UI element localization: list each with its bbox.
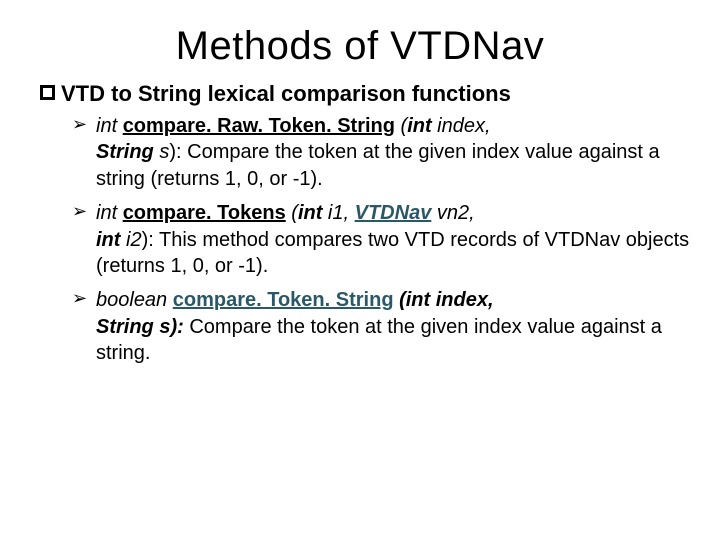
section-heading-row: VTD to String lexical comparison functio… [40, 81, 680, 107]
list-item: ➢ int compare. Raw. Token. String (int i… [72, 113, 690, 192]
bullet-list: ➢ int compare. Raw. Token. String (int i… [72, 113, 690, 367]
triangle-bullet-icon: ➢ [72, 113, 87, 137]
param-type: int [96, 229, 120, 251]
param-name: vn [431, 202, 458, 224]
param-name: i [322, 202, 332, 224]
return-type: int [96, 202, 117, 224]
param-num: 1, [332, 202, 354, 224]
section-heading: VTD to String lexical comparison functio… [61, 81, 511, 107]
description: This method compares two VTD records of … [96, 229, 689, 277]
triangle-bullet-icon: ➢ [72, 200, 87, 224]
param-name: i [120, 229, 130, 251]
param-type-link: VTDNav [355, 202, 432, 224]
param-type: String [96, 141, 154, 163]
return-type: int [96, 115, 117, 137]
param-name: s [154, 141, 170, 163]
list-item: ➢ int compare. Tokens (int i1, VTDNav vn… [72, 200, 690, 279]
param-num: 2 [130, 229, 141, 251]
params-line2: String s): [96, 316, 184, 338]
param-num: 2, [458, 202, 475, 224]
paren-close: ): [169, 141, 187, 163]
paren-close: ): [142, 229, 159, 251]
param-name: index, [432, 115, 491, 137]
param-type: int [407, 115, 431, 137]
params-line1: (int index, [394, 289, 494, 311]
param-type: int [298, 202, 322, 224]
slide: Methods of VTDNav VTD to String lexical … [0, 0, 720, 395]
method-name: compare. Raw. Token. String [123, 115, 395, 137]
paren-open: ( [286, 202, 298, 224]
method-name: compare. Token. String [173, 289, 394, 311]
triangle-bullet-icon: ➢ [72, 287, 87, 311]
square-bullet-icon [40, 85, 55, 100]
return-type: boolean [96, 289, 167, 311]
method-name: compare. Tokens [123, 202, 286, 224]
list-item: ➢ boolean compare. Token. String (int in… [72, 287, 690, 366]
page-title: Methods of VTDNav [30, 24, 690, 69]
paren-open: ( [395, 115, 407, 137]
